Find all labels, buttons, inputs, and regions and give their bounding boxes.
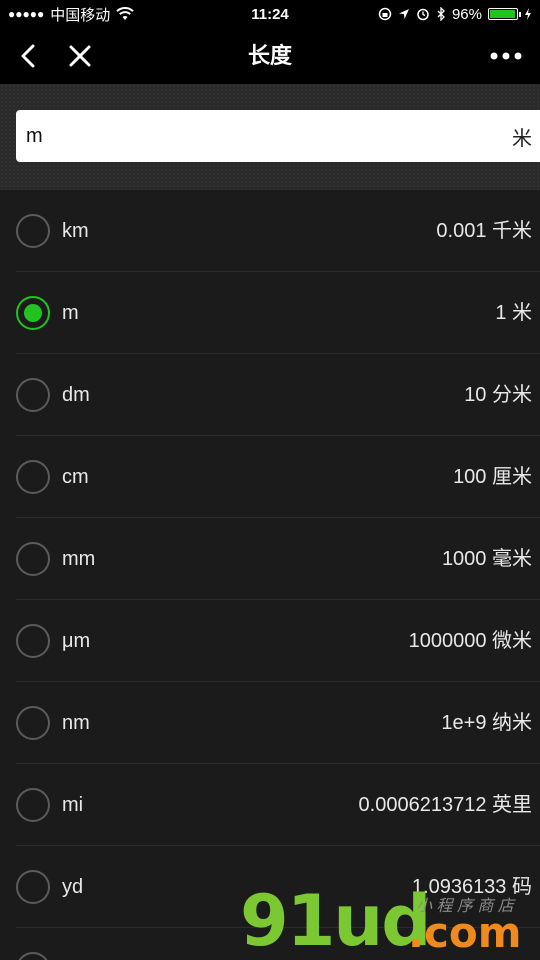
unit-abbr: yd	[62, 876, 84, 898]
unit-abbr: dm	[62, 384, 90, 406]
unit-value: 1 米	[495, 302, 532, 324]
status-right: 96%	[378, 6, 532, 23]
status-bar: ●●●●● 中国移动 11:24 96%	[0, 0, 540, 28]
rotation-lock-icon	[378, 7, 392, 21]
radio-button[interactable]	[16, 460, 50, 494]
unit-value: 100 厘米	[453, 466, 532, 488]
alarm-icon	[417, 8, 429, 21]
unit-abbr: cm	[62, 466, 89, 488]
bluetooth-icon	[437, 7, 445, 21]
nav-bar: 长度	[0, 28, 540, 84]
radio-button[interactable]	[16, 870, 50, 904]
unit-abbr: mm	[62, 548, 96, 570]
unit-abbr: μm	[62, 630, 91, 652]
radio-button[interactable]	[16, 706, 50, 740]
carrier-label: 中国移动	[50, 6, 111, 24]
value-input[interactable]	[24, 123, 328, 149]
radio-button[interactable]	[16, 542, 50, 576]
unit-value: 1.0936133 码	[411, 876, 532, 898]
radio-button[interactable]	[16, 952, 50, 960]
unit-value: 10 分米	[464, 384, 532, 406]
unit-row-mm[interactable]: mm 1000 毫米	[16, 518, 540, 600]
input-area: 米	[0, 84, 540, 190]
unit-list: km 0.001 千米 m 1 米 dm 10 分米 cm 100 厘米 mm …	[0, 190, 540, 960]
charging-icon	[525, 8, 531, 20]
unit-row-partial[interactable]	[16, 928, 540, 960]
unit-row-yd[interactable]: yd 1.0936133 码	[16, 846, 540, 928]
unit-abbr: nm	[62, 712, 90, 734]
unit-abbr: km	[62, 220, 89, 242]
location-icon	[398, 9, 409, 19]
more-icon	[490, 52, 522, 60]
chevron-left-icon	[21, 44, 35, 68]
battery-fill	[490, 10, 515, 18]
unit-row-km[interactable]: km 0.001 千米	[16, 190, 540, 272]
wifi-icon	[116, 7, 134, 20]
status-left: ●●●●● 中国移动	[8, 4, 134, 25]
battery-icon	[488, 8, 521, 20]
unit-row-nm[interactable]: nm 1e+9 纳米	[16, 682, 540, 764]
back-button[interactable]	[10, 28, 46, 84]
radio-button[interactable]	[16, 214, 50, 248]
more-button[interactable]	[486, 28, 526, 84]
unit-row-m[interactable]: m 1 米	[16, 272, 540, 354]
app-screen: ●●●●● 中国移动 11:24 96% 长度 m 米 km 0.001 千米 …	[0, 0, 540, 960]
unit-value: 0.001 千米	[436, 220, 532, 242]
unit-row-cm[interactable]: cm 100 厘米	[16, 436, 540, 518]
unit-row-um[interactable]: μm 1000000 微米	[16, 600, 540, 682]
unit-row-dm[interactable]: dm 10 分米	[16, 354, 540, 436]
unit-row-mi[interactable]: mi 0.0006213712 英里	[16, 764, 540, 846]
unit-value: 1000000 微米	[408, 630, 532, 652]
input-unit-label: 米	[512, 127, 532, 150]
value-input-box: 米	[16, 110, 540, 162]
unit-value: 1000 毫米	[441, 548, 532, 570]
radio-dot	[24, 304, 42, 322]
close-button[interactable]	[62, 28, 98, 84]
radio-button[interactable]	[16, 378, 50, 412]
battery-tip	[519, 12, 521, 17]
unit-value: 0.0006213712 英里	[358, 794, 532, 816]
close-icon	[69, 45, 91, 67]
battery-percent: 96%	[451, 5, 482, 23]
unit-value: 1e+9 纳米	[441, 712, 532, 734]
radio-button[interactable]	[16, 788, 50, 822]
unit-abbr: m	[62, 302, 79, 324]
unit-abbr: mi	[62, 794, 84, 816]
signal-icon: ●●●●●	[8, 7, 45, 21]
radio-button[interactable]	[16, 624, 50, 658]
radio-button-checked[interactable]	[16, 296, 50, 330]
